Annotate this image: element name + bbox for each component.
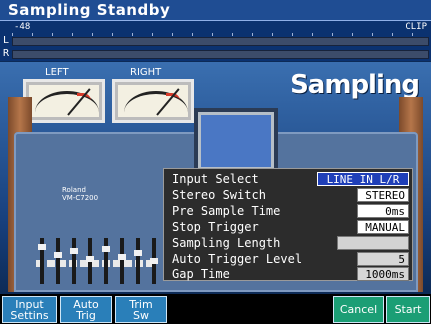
fader xyxy=(38,238,46,284)
meter-clip-label: CLIP xyxy=(405,22,427,32)
setting-row-stop-trigger[interactable]: Stop Trigger MANUAL xyxy=(164,219,412,235)
meter-scale-min: -48 xyxy=(14,22,31,32)
meter-left-bar xyxy=(12,37,429,46)
input-select-value[interactable]: LINE IN L/R xyxy=(317,172,409,186)
meter-right-bar xyxy=(12,50,429,59)
setting-row-gap-time[interactable]: Gap Time 1000ms xyxy=(164,266,412,282)
fader xyxy=(102,238,110,284)
meter-right-channel-label: R xyxy=(3,48,10,59)
vu-meter-left xyxy=(23,79,105,123)
setting-row-input-select[interactable]: Input Select LINE IN L/R xyxy=(164,171,412,187)
sampling-length-value[interactable] xyxy=(337,236,409,250)
fader xyxy=(70,238,78,284)
pre-sample-time-value[interactable]: 0ms xyxy=(357,204,409,218)
setting-row-stereo-switch[interactable]: Stereo Switch STEREO xyxy=(164,187,412,203)
trim-sw-button[interactable]: Trim Sw xyxy=(115,296,167,323)
start-button[interactable]: Start xyxy=(386,296,430,323)
mixer-brand: Roland VM-C7200 xyxy=(62,186,99,202)
mixer-display xyxy=(194,108,278,174)
setting-row-auto-trigger-level[interactable]: Auto Trigger Level 5 xyxy=(164,251,412,267)
fader xyxy=(118,238,126,284)
stop-trigger-value[interactable]: MANUAL xyxy=(357,220,409,234)
vu-right-label: RIGHT xyxy=(130,67,162,78)
fader xyxy=(150,238,158,284)
stereo-switch-value[interactable]: STEREO xyxy=(357,188,409,202)
auto-trigger-level-value[interactable]: 5 xyxy=(357,252,409,266)
cancel-button[interactable]: Cancel xyxy=(333,296,384,323)
auto-trig-button[interactable]: Auto Trig xyxy=(60,296,112,323)
vu-meter-right xyxy=(112,79,194,123)
setting-row-sampling-length[interactable]: Sampling Length xyxy=(164,235,412,251)
gap-time-value[interactable]: 1000ms xyxy=(357,267,409,281)
input-settings-button[interactable]: Input Settins xyxy=(2,296,57,323)
sampling-heading: Sampling xyxy=(290,70,420,100)
sampling-settings-panel: Input Select LINE IN L/R Stereo Switch S… xyxy=(163,168,413,281)
level-meter: -48 CLIP L R xyxy=(0,21,431,61)
vu-left-label: LEFT xyxy=(45,67,69,78)
setting-row-pre-sample-time[interactable]: Pre Sample Time 0ms xyxy=(164,203,412,219)
fader xyxy=(54,238,62,284)
function-button-bar: Input Settins Auto Trig Trim Sw Cancel Star… xyxy=(0,294,431,324)
fader xyxy=(134,238,142,284)
window-title: Sampling Standby xyxy=(8,1,171,19)
title-bar: Sampling Standby xyxy=(0,0,431,21)
meter-left-channel-label: L xyxy=(3,35,10,46)
meter-ticks xyxy=(12,33,427,36)
fader xyxy=(86,238,94,284)
